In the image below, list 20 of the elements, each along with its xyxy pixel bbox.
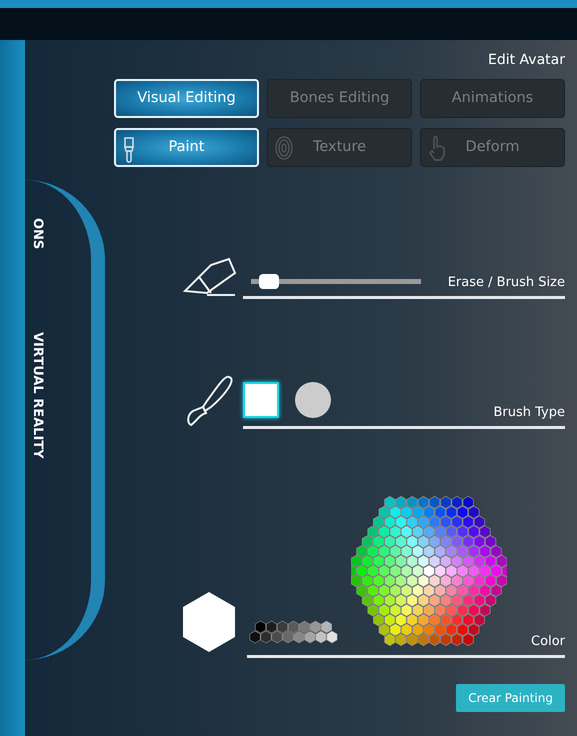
section-label: Color — [531, 632, 565, 650]
mode-tab[interactable]: Bones Editing — [267, 79, 412, 118]
mode-tab[interactable]: Visual Editing — [114, 79, 259, 118]
tool-tab[interactable]: Deform — [420, 128, 565, 167]
arc-label: VIRTUAL REALITY — [29, 332, 46, 459]
arc-label: ONS — [29, 218, 46, 250]
section-label: Brush Type — [493, 404, 565, 422]
eraser-icon — [181, 255, 237, 299]
current-color-swatch — [181, 590, 237, 654]
slider-thumb[interactable] — [258, 274, 278, 289]
round-brush-option[interactable] — [295, 382, 331, 418]
panel-title: Edit Avatar — [486, 51, 565, 70]
tool-tab[interactable]: Paint — [114, 128, 259, 167]
clear-painting-button[interactable]: Crear Painting — [456, 684, 565, 712]
section-label: Erase / Brush Size — [448, 274, 565, 292]
mode-tab[interactable]: Animations — [420, 79, 565, 118]
paintbrush-icon — [122, 136, 136, 164]
fingerprint-icon — [274, 135, 294, 161]
pointing-hand-icon — [427, 135, 447, 161]
tool-tab[interactable]: Texture — [267, 128, 412, 167]
